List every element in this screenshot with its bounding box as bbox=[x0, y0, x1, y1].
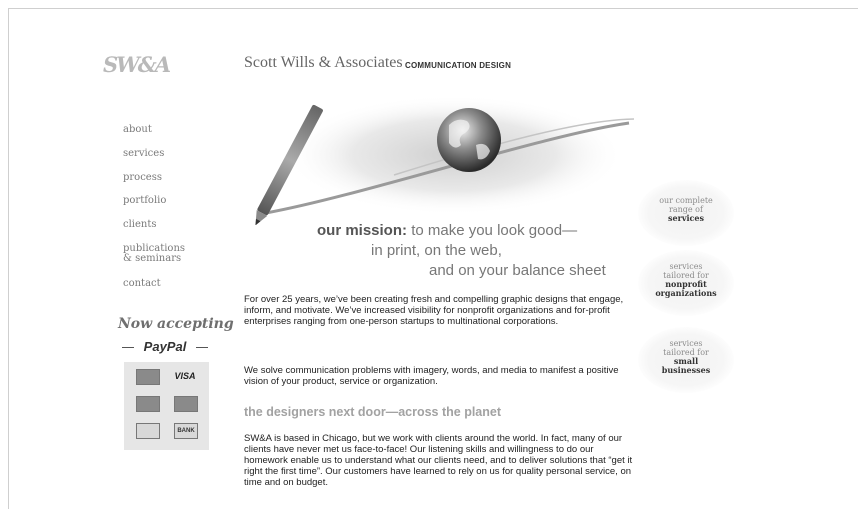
nav-publications[interactable]: publications & seminars bbox=[123, 244, 185, 264]
tagline: COMMUNICATION DESIGN bbox=[405, 61, 512, 70]
bubble-services-line1: our complete bbox=[659, 196, 713, 205]
section-subhead: the designers next door—across the plane… bbox=[244, 405, 502, 419]
bubble-nonprofit-bold2: organizations bbox=[655, 288, 717, 298]
echeck-icon bbox=[136, 423, 160, 439]
nav-clients[interactable]: clients bbox=[123, 219, 157, 230]
globe bbox=[437, 108, 501, 172]
mastercard-icon bbox=[136, 369, 160, 385]
mission-lead: our mission: bbox=[317, 222, 408, 239]
payments-block: Now accepting PayPal bbox=[118, 316, 234, 354]
payment-cards: VISA BANK bbox=[124, 362, 209, 450]
mission-line1: to make you look good— bbox=[411, 222, 578, 239]
paypal-text: PayPal bbox=[143, 339, 187, 354]
solve-paragraph: We solve communication problems with ima… bbox=[244, 365, 619, 387]
bubble-services-bold: services bbox=[668, 213, 704, 223]
amex-icon bbox=[136, 396, 160, 412]
bubble-small-business[interactable]: services tailored for small businesses bbox=[638, 327, 734, 393]
discover-icon bbox=[174, 396, 198, 412]
now-accepting-label: Now accepting bbox=[118, 316, 234, 332]
bubble-services[interactable]: our complete range of services bbox=[638, 180, 734, 246]
nav-contact[interactable]: contact bbox=[123, 278, 161, 289]
nav-publications-line2: & seminars bbox=[123, 253, 182, 264]
nav-about[interactable]: about bbox=[123, 124, 152, 135]
mission-line2: in print, on the web, bbox=[371, 242, 502, 259]
chicago-paragraph: SW&A is based in Chicago, but we work wi… bbox=[244, 433, 633, 488]
nav-process[interactable]: process bbox=[123, 172, 162, 183]
bubble-nonprofit[interactable]: services tailored for nonprofit organiza… bbox=[638, 250, 734, 316]
nav-portfolio[interactable]: portfolio bbox=[123, 195, 166, 206]
visa-icon: VISA bbox=[174, 371, 196, 381]
bubble-small-business-line1: services bbox=[669, 339, 703, 348]
bank-icon: BANK bbox=[174, 423, 198, 439]
firm-name: Scott Wills & Associates bbox=[244, 54, 403, 71]
bubble-small-business-bold2: businesses bbox=[661, 365, 711, 375]
paypal-logo: PayPal bbox=[118, 338, 212, 354]
intro-paragraph: For over 25 years, we’ve been creating f… bbox=[244, 294, 624, 327]
mission-line3: and on your balance sheet bbox=[429, 262, 606, 279]
bubble-nonprofit-line1: services bbox=[669, 262, 703, 271]
nav-services[interactable]: services bbox=[123, 148, 164, 159]
logo[interactable]: SW&A bbox=[103, 52, 171, 77]
hero-illustration bbox=[255, 95, 635, 225]
